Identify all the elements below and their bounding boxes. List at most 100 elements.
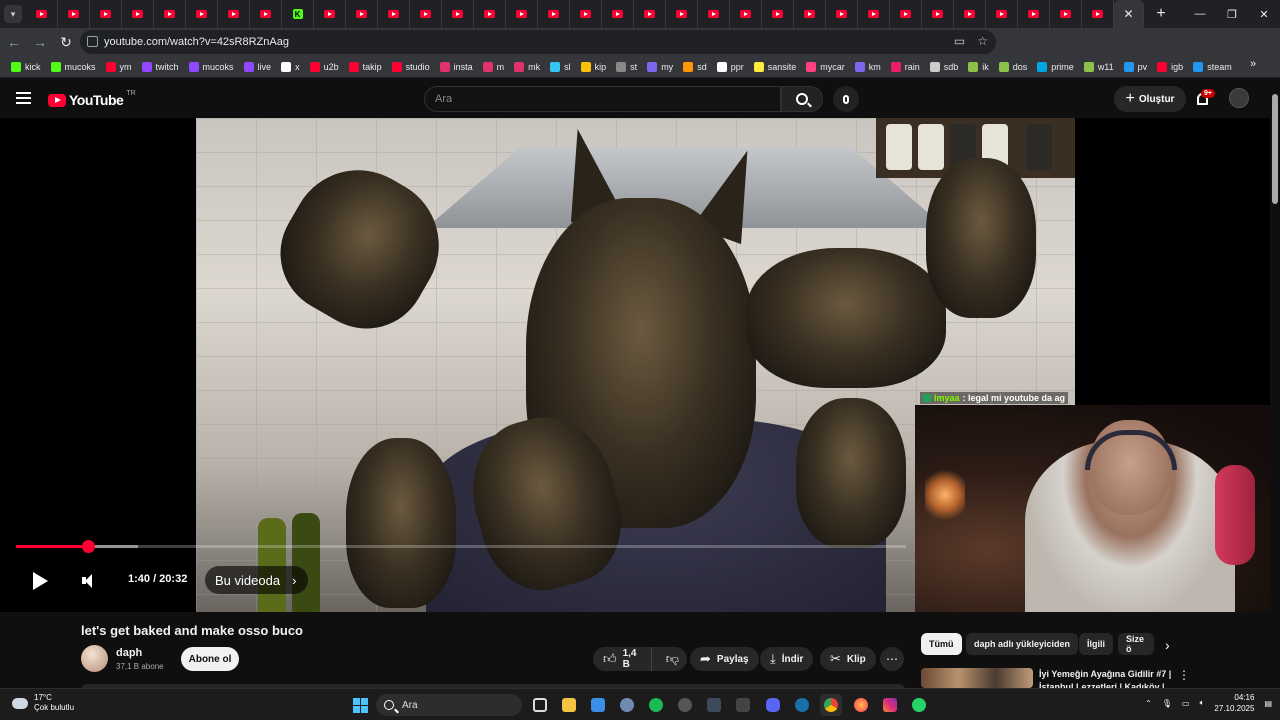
browser-tab[interactable] [90, 0, 122, 28]
more-bookmarks-icon[interactable]: » [1250, 58, 1256, 70]
forward-button[interactable]: → [28, 30, 52, 54]
notification-center-icon[interactable]: ▤ [1264, 699, 1272, 708]
bookmark-item[interactable]: twitch [137, 57, 184, 77]
discord-icon[interactable] [762, 694, 784, 716]
browser-tab[interactable] [58, 0, 90, 28]
maximize-button[interactable]: ❐ [1216, 0, 1248, 28]
chevron-right-icon[interactable]: › [1165, 637, 1170, 653]
scrubber-handle[interactable] [82, 540, 96, 553]
subscribe-button[interactable]: Abone ol [181, 647, 239, 671]
browser-tab[interactable] [954, 0, 986, 28]
volume-icon[interactable] [82, 573, 98, 589]
address-bar[interactable]: youtube.com/watch?v=42sR8RZnAag ▭ ☆ [80, 30, 996, 54]
bookmark-item[interactable]: m [478, 57, 510, 77]
menu-icon[interactable] [16, 92, 31, 104]
chip-all[interactable]: Tümü [921, 633, 962, 655]
clip-button[interactable]: ✂ Klip [820, 647, 876, 671]
browser-tab[interactable] [26, 0, 58, 28]
weather-widget[interactable]: 17°C Çok bulutlu [12, 693, 74, 713]
bookmark-item[interactable]: mucoks [46, 57, 101, 77]
browser-tab[interactable] [1050, 0, 1082, 28]
browser-tab[interactable] [218, 0, 250, 28]
bookmark-item[interactable]: mucoks [184, 57, 239, 77]
taskbar-search[interactable]: Ara [376, 694, 522, 716]
cast-icon[interactable]: ▭ [954, 34, 965, 48]
browser-tab[interactable] [154, 0, 186, 28]
browser-tab[interactable] [442, 0, 474, 28]
bookmark-star-icon[interactable]: ☆ [977, 34, 988, 48]
browser-tab[interactable] [538, 0, 570, 28]
browser-tab[interactable]: K [282, 0, 314, 28]
close-tab-icon[interactable]: ✕ [1123, 7, 1133, 21]
browser-tab[interactable] [826, 0, 858, 28]
bookmark-item[interactable]: insta [435, 57, 478, 77]
firefox-icon[interactable] [850, 694, 872, 716]
steam-icon[interactable] [791, 694, 813, 716]
bookmark-item[interactable]: w11 [1079, 57, 1119, 77]
bookmark-item[interactable]: st [611, 57, 642, 77]
account-avatar[interactable] [1229, 88, 1249, 108]
browser-tab[interactable] [1082, 0, 1114, 28]
browser-tab[interactable] [890, 0, 922, 28]
browser-tab[interactable] [986, 0, 1018, 28]
microphone-tray-icon[interactable]: 🎙︎ [1162, 699, 1172, 708]
share-button[interactable]: ➦ Paylaş [690, 647, 759, 671]
browser-tab[interactable] [858, 0, 890, 28]
browser-tab[interactable] [570, 0, 602, 28]
recommendation-title[interactable]: İyi Yemeğin Ayağına Gidilir #7 | İstanbu… [1039, 668, 1179, 688]
search-input[interactable]: Ara [424, 86, 781, 112]
chapter-button[interactable]: Bu videoda › [205, 566, 309, 594]
channel-avatar[interactable] [81, 645, 108, 672]
search-button[interactable] [781, 86, 823, 112]
volume-tray-icon[interactable]: 🔈︎ [1200, 698, 1205, 708]
new-tab-button[interactable]: + [1150, 3, 1172, 25]
bookmark-item[interactable]: sdb [925, 57, 964, 77]
bookmark-item[interactable]: sl [545, 57, 576, 77]
bookmark-item[interactable]: rain [886, 57, 925, 77]
recommendation-thumbnail[interactable] [921, 668, 1033, 688]
bookmark-item[interactable]: x [276, 57, 305, 77]
browser-tab[interactable] [122, 0, 154, 28]
instagram-icon[interactable] [879, 694, 901, 716]
browser-tab[interactable] [506, 0, 538, 28]
browser-tab[interactable] [250, 0, 282, 28]
active-tab[interactable]: ✕ [1114, 0, 1144, 28]
browser-tab[interactable] [474, 0, 506, 28]
bookmark-item[interactable]: dos [994, 57, 1033, 77]
bookmark-item[interactable]: kip [576, 57, 612, 77]
bookmark-item[interactable]: ym [101, 57, 137, 77]
app-icon[interactable] [703, 694, 725, 716]
whatsapp-icon[interactable] [908, 694, 930, 716]
voice-search-button[interactable] [833, 86, 859, 112]
bookmark-item[interactable]: u2b [305, 57, 344, 77]
more-actions-button[interactable]: ⋯ [880, 647, 904, 671]
chip-for-you[interactable]: Size ö [1118, 633, 1154, 655]
progress-bar[interactable] [16, 540, 906, 553]
youtube-logo[interactable]: YouTube TR [48, 90, 136, 108]
reload-button[interactable]: ↻ [54, 30, 78, 54]
browser-tab[interactable] [1018, 0, 1050, 28]
chip-related[interactable]: İlgili [1079, 633, 1113, 655]
bookmark-item[interactable]: my [642, 57, 678, 77]
app-icon[interactable] [732, 694, 754, 716]
bookmark-item[interactable]: kick [6, 57, 46, 77]
browser-tab[interactable] [794, 0, 826, 28]
app-icon[interactable] [645, 694, 667, 716]
browser-tab[interactable] [346, 0, 378, 28]
chrome-icon[interactable] [820, 694, 842, 716]
channel-name[interactable]: daph [116, 647, 142, 659]
bookmark-item[interactable]: live [239, 57, 277, 77]
bookmark-item[interactable]: sd [678, 57, 712, 77]
browser-tab[interactable] [698, 0, 730, 28]
like-button[interactable]: 👍︎ 1,4 B [593, 647, 652, 671]
chevron-up-icon[interactable]: ⌃ [1145, 699, 1152, 708]
browser-tab[interactable] [762, 0, 794, 28]
bookmark-item[interactable]: takip [344, 57, 387, 77]
browser-tab[interactable] [666, 0, 698, 28]
network-icon[interactable]: ▭ [1182, 699, 1190, 708]
page-scrollbar[interactable] [1270, 78, 1280, 688]
dislike-button[interactable]: 👎︎ [658, 651, 687, 667]
bookmark-item[interactable]: steam [1188, 57, 1237, 77]
site-info-icon[interactable] [87, 36, 98, 47]
file-explorer-icon[interactable] [558, 694, 580, 716]
